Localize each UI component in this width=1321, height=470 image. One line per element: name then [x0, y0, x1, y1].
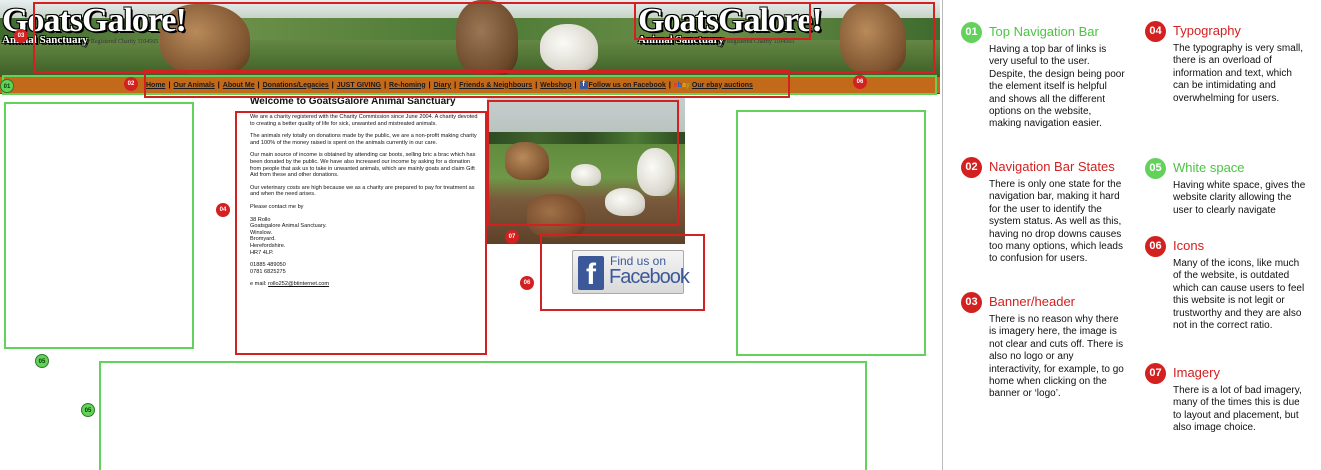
legend-text: Many of the icons, like much of the webs… — [1173, 258, 1305, 332]
annotation-box-whitespace-bottom — [99, 361, 867, 470]
legend-text: The typography is very small, there is a… — [1173, 43, 1304, 104]
legend-title: Top Navigation Bar — [989, 24, 1099, 39]
marker-06: 06 — [520, 276, 534, 290]
annotation-box-typography — [235, 111, 487, 355]
legend-number: 04 — [1145, 21, 1166, 42]
legend-number: 01 — [961, 22, 982, 43]
legend-text: Having white space, gives the website cl… — [1173, 180, 1306, 216]
legend-text: There is a lot of bad imagery, many of t… — [1173, 385, 1302, 434]
legend-text: There is no reason why there is imagery … — [989, 314, 1124, 400]
panel-divider — [942, 0, 943, 470]
website-screenshot: GoatsGalore! Animal Sanctuary Registered … — [0, 0, 940, 470]
legend-number: 05 — [1145, 158, 1166, 179]
legend-title: Typography — [1173, 23, 1241, 38]
legend-title: White space — [1173, 160, 1245, 175]
legend-number: 06 — [1145, 236, 1166, 257]
marker-07: 07 — [505, 230, 519, 244]
annotated-screenshot: GoatsGalore! Animal Sanctuary Registered … — [0, 0, 1321, 470]
marker-05: 05 — [81, 403, 95, 417]
legend-number: 07 — [1145, 363, 1166, 384]
annotation-box-whitespace-left — [4, 102, 194, 349]
annotation-box-banner-logo — [634, 2, 811, 40]
legend-text: Having a top bar of links is very useful… — [989, 44, 1125, 130]
marker-03: 03 — [14, 29, 28, 43]
legend-number: 02 — [961, 157, 982, 178]
legend-number: 03 — [961, 292, 982, 313]
annotation-box-imagery — [487, 100, 679, 226]
annotation-box-icons — [540, 234, 705, 311]
marker-02: 02 — [124, 77, 138, 91]
marker-04: 04 — [216, 203, 230, 217]
legend-title: Imagery — [1173, 365, 1220, 380]
marker-05: 05 — [35, 354, 49, 368]
marker-06: 06 — [853, 75, 867, 89]
annotation-box-nav-states — [144, 70, 790, 98]
annotation-box-whitespace-right — [736, 110, 926, 356]
legend-title: Icons — [1173, 238, 1205, 253]
legend-title: Navigation Bar States — [989, 159, 1115, 174]
legend-title: Banner/header — [989, 294, 1076, 309]
legend-text: There is only one state for the navigati… — [989, 179, 1123, 265]
marker-01: 01 — [0, 79, 14, 93]
